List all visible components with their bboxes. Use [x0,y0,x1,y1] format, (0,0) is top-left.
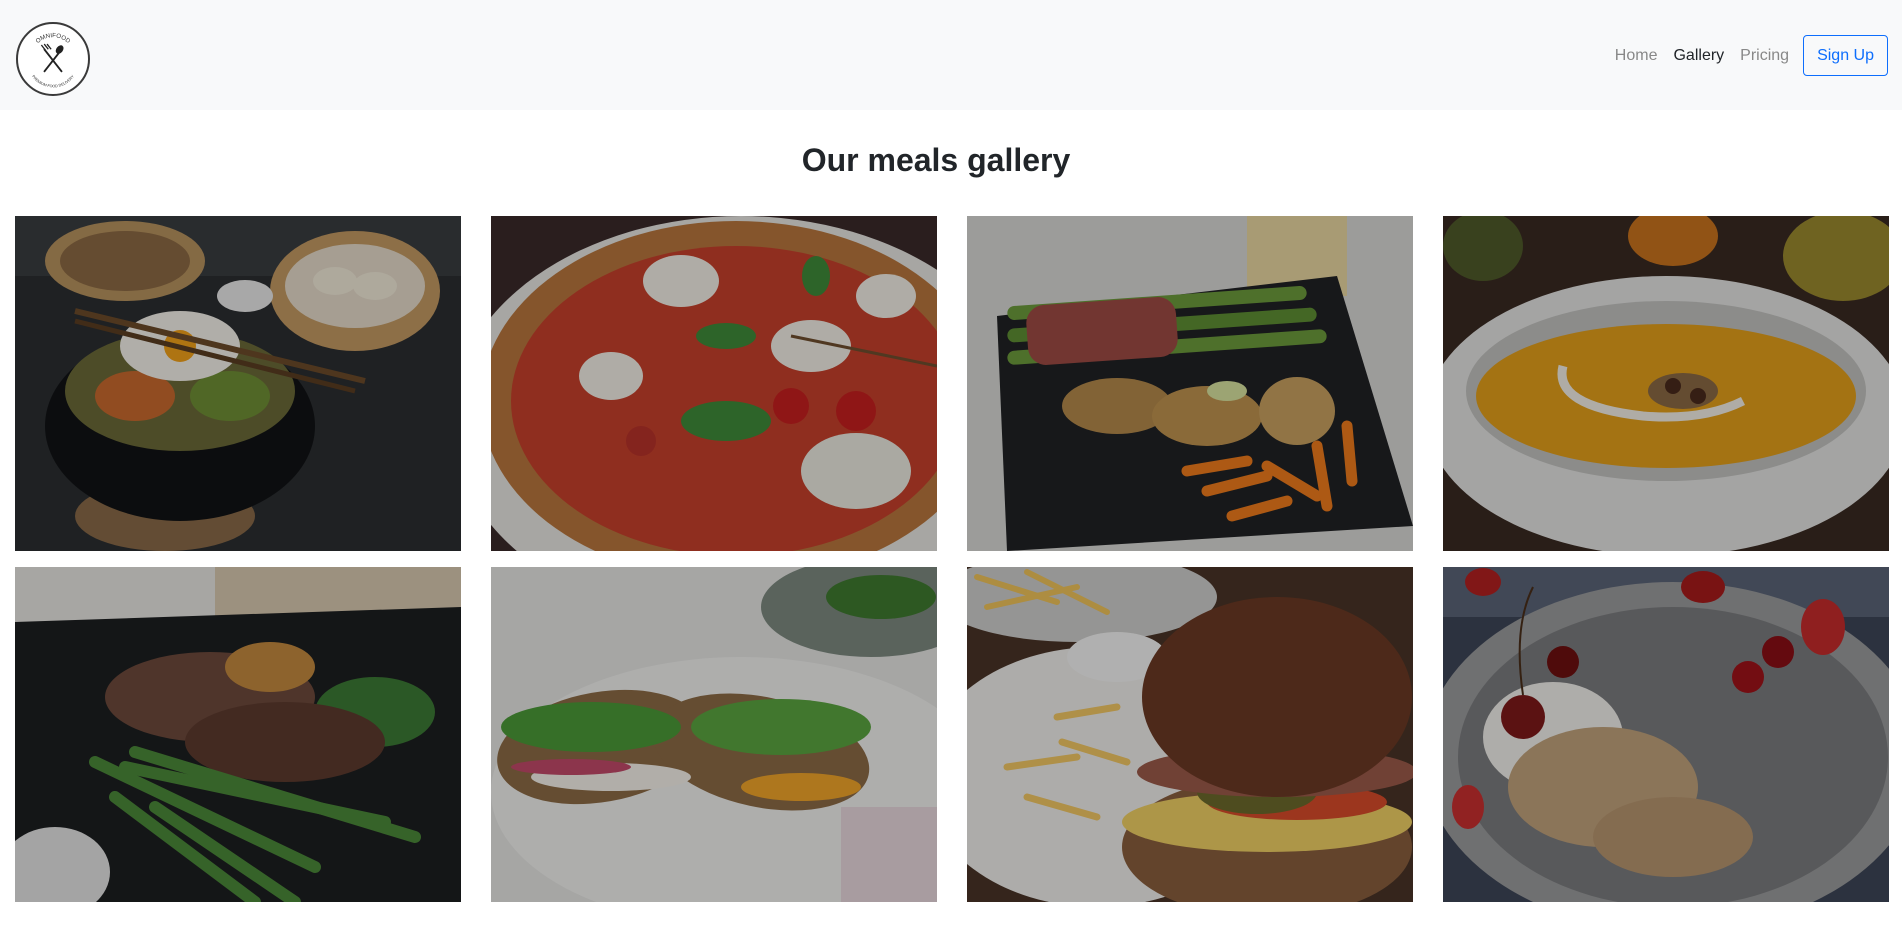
pizza-photo[interactable] [491,216,937,551]
steak-photo[interactable] [15,567,461,902]
sign-up-button[interactable]: Sign Up [1803,35,1888,76]
svg-text:OMNIFOOD: OMNIFOOD [35,32,72,45]
meals-gallery-grid [15,216,1889,902]
nav-gallery-link[interactable]: Gallery [1665,35,1732,76]
nav-home-link[interactable]: Home [1607,35,1666,76]
nav-links: Home Gallery Pricing Sign Up [1607,35,1888,76]
nav-pricing-link[interactable]: Pricing [1732,35,1797,76]
chicken-asparagus-photo[interactable] [967,216,1413,551]
sandwich-photo[interactable] [491,567,937,902]
navbar: OMNIFOOD PREMIUM FOOD DELIVERY Home Gall… [0,0,1902,110]
yogurt-granola-photo[interactable] [1443,567,1889,902]
logo-text-top: OMNIFOOD [35,32,72,45]
logo-text-bottom: PREMIUM FOOD DELIVERY [31,74,75,88]
bibimbap-photo[interactable] [15,216,461,551]
brand-logo-icon[interactable]: OMNIFOOD PREMIUM FOOD DELIVERY [16,22,90,96]
gallery-title: Our meals gallery [801,142,1071,178]
burger-photo[interactable] [967,567,1413,902]
pumpkin-soup-photo[interactable] [1443,216,1889,551]
svg-text:PREMIUM FOOD DELIVERY: PREMIUM FOOD DELIVERY [31,74,75,88]
